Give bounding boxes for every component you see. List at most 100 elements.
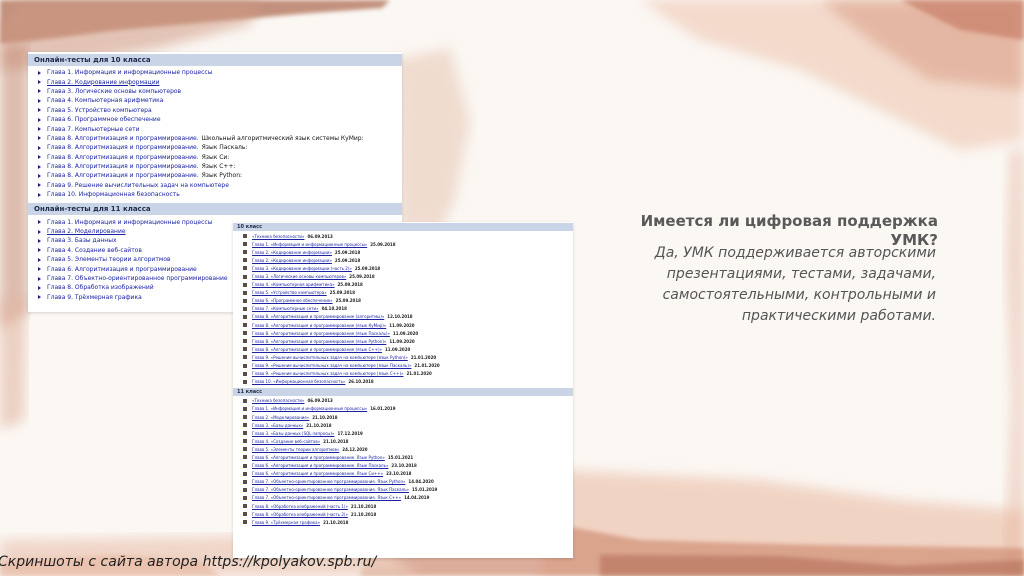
date-label: 21.10.2018 <box>350 503 377 509</box>
presentation-link[interactable]: Глава 9. «Решение вычислительных задач н… <box>252 363 411 368</box>
date-label: 25.09.2018 <box>335 298 361 304</box>
presentation-link[interactable]: Глава 8. «Алгоритмизация и программирова… <box>252 314 384 319</box>
document-icon <box>243 314 247 319</box>
list-item: Глава 4. «Компьютерная арифметика» 25.09.… <box>233 281 573 289</box>
presentation-link[interactable]: Глава 9. «Решение вычислительных задач н… <box>252 355 408 360</box>
presentation-link[interactable]: Глава 2. «Кодирование информации» <box>252 250 332 255</box>
presentation-link[interactable]: «Техника безопасности» <box>252 234 304 239</box>
list-item: Глава 7. Компьютерные сети <box>28 124 402 133</box>
date-label: 15.01.2021 <box>387 454 414 460</box>
date-label: 23.10.2018 <box>391 463 417 469</box>
chapter-link[interactable]: Глава 5. Элементы теории алгоритмов <box>47 256 171 263</box>
document-icon <box>243 363 247 368</box>
chapter-link[interactable]: Глава 1. Информация и информационные про… <box>47 219 212 226</box>
chapter-link[interactable]: Глава 3. Базы данных <box>47 237 117 244</box>
tests-list-10: Глава 1. Информация и информационные про… <box>28 68 402 199</box>
presentation-link[interactable]: Глава 4. «Компьютерная арифметика» <box>252 282 335 287</box>
presentation-link[interactable]: Глава 6. «Программное обеспечение» <box>252 298 333 303</box>
presentation-link[interactable]: Глава 3. «Кодирование информации (часть … <box>252 266 352 271</box>
presentation-link[interactable]: Глава 7. «Объектно-ориентированное прогр… <box>252 479 405 484</box>
presentation-link[interactable]: Глава 3. «Логические основы компьютеров» <box>252 274 346 279</box>
list-item: Глава 3. Логические основы компьютеров <box>28 87 402 96</box>
chapter-link[interactable]: Глава 1. Информация и информационные про… <box>47 69 212 76</box>
presentation-link[interactable]: Глава 10. «Информационная безопасность» <box>252 379 345 384</box>
presentation-link[interactable]: Глава 8. «Обработка изображений (часть 1… <box>252 504 348 509</box>
date-label: 24.12.2020 <box>342 446 368 452</box>
presentation-link[interactable]: Глава 2. «Кодирование информации» <box>252 258 332 263</box>
date-label: 25.09.2018 <box>370 241 396 247</box>
date-label: 11.09.2020 <box>389 322 415 328</box>
chapter-link[interactable]: Глава 2. Моделирование <box>47 228 126 235</box>
date-label: 21.01.2020 <box>410 354 437 360</box>
chapter-link[interactable]: Глава 8. Алгоритмизация и программирован… <box>47 154 199 161</box>
bullet-icon <box>38 229 41 234</box>
bullet-icon <box>38 257 41 262</box>
document-icon <box>243 415 247 420</box>
bullet-icon <box>38 89 41 94</box>
presentation-link[interactable]: Глава 5. «Устройство компьютера» <box>252 290 327 295</box>
presentation-link[interactable]: Глава 8. «Алгоритмизация и программирова… <box>252 347 382 352</box>
list-item: Глава 6. «Алгоритмизация и программирова… <box>233 462 573 470</box>
presentation-link[interactable]: Глава 2. «Моделирование» <box>252 415 309 420</box>
presentation-link[interactable]: Глава 9. «Трёхмерная графика» <box>252 520 320 525</box>
date-label: 21.10.2018 <box>323 438 349 444</box>
presentation-link[interactable]: Глава 8. «Обработка изображений (часть 2… <box>252 512 348 517</box>
chapter-link[interactable]: Глава 2. Кодирование информации <box>47 79 160 86</box>
list-item: Глава 4. «Создание веб-сайтов» 21.10.2018 <box>233 437 573 445</box>
presentation-link[interactable]: Глава 8. «Алгоритмизация и программирова… <box>252 331 390 336</box>
presentation-link[interactable]: Глава 1. «Информация и информационные пр… <box>252 406 367 411</box>
presentation-link[interactable]: Глава 6. «Алгоритмизация и программирова… <box>252 455 385 460</box>
presentation-link[interactable]: Глава 9. «Решение вычислительных задач н… <box>252 371 403 376</box>
chapter-link[interactable]: Глава 9. Решение вычислительных задач на… <box>47 182 229 189</box>
presentation-link[interactable]: Глава 7. «Объектно-ориентированное прогр… <box>252 487 409 492</box>
presentation-link[interactable]: Глава 7. «Компьютерные сети» <box>252 306 319 311</box>
presentation-link[interactable]: Глава 8. «Алгоритмизация и программирова… <box>252 323 386 328</box>
list-item: Глава 9. «Решение вычислительных задач н… <box>233 353 573 361</box>
bullet-icon <box>38 238 41 243</box>
date-label: 21.10.2018 <box>306 422 332 428</box>
chapter-link[interactable]: Глава 4. Создание веб-сайтов <box>47 247 142 254</box>
presentation-link[interactable]: Глава 3. «Базы данных (SQL-запросы)» <box>252 431 334 436</box>
document-icon <box>243 371 247 376</box>
date-label: 21.10.2018 <box>323 519 349 525</box>
chapter-link[interactable]: Глава 8. Алгоритмизация и программирован… <box>47 172 199 179</box>
document-icon <box>243 479 247 484</box>
chapter-link[interactable]: Глава 8. Обработка изображений <box>47 284 154 291</box>
chapter-link[interactable]: Глава 4. Компьютерная арифметика <box>47 97 163 104</box>
chapter-link[interactable]: Глава 7. Объектно-ориентированное програ… <box>47 275 228 282</box>
document-icon <box>243 250 247 255</box>
list-item: Глава 4. Компьютерная арифметика <box>28 96 402 105</box>
document-icon <box>243 290 247 295</box>
chapter-link[interactable]: Глава 6. Программное обеспечение <box>47 116 161 123</box>
list-item: Глава 10. «Информационная безопасность» 2… <box>233 378 573 386</box>
chapter-link[interactable]: Глава 9. Трёхмерная графика <box>47 294 142 301</box>
list-item: Глава 1. «Информация и информационные пр… <box>233 405 573 413</box>
chapter-link[interactable]: Глава 3. Логические основы компьютеров <box>47 88 181 95</box>
bullet-icon <box>38 117 41 122</box>
chapter-link[interactable]: Глава 10. Информационная безопасность <box>47 191 180 198</box>
presentation-link[interactable]: Глава 4. «Создание веб-сайтов» <box>252 439 320 444</box>
presentation-link[interactable]: «Техника безопасности» <box>252 398 304 403</box>
list-item: Глава 6. «Программное обеспечение» 25.09.… <box>233 297 573 305</box>
chapter-link[interactable]: Глава 5. Устройство компьютера <box>47 107 152 114</box>
chapter-link[interactable]: Глава 8. Алгоритмизация и программирован… <box>47 135 199 142</box>
presentation-link[interactable]: Глава 8. «Алгоритмизация и программирова… <box>252 339 386 344</box>
presentation-link[interactable]: Глава 3. «Базы данных» <box>252 423 303 428</box>
presentation-link[interactable]: Глава 6. «Алгоритмизация и программирова… <box>252 471 383 476</box>
document-icon <box>243 339 247 344</box>
chapter-link[interactable]: Глава 6. Алгоритмизация и программирован… <box>47 266 197 273</box>
chapter-link[interactable]: Глава 8. Алгоритмизация и программирован… <box>47 163 199 170</box>
bullet-icon <box>38 276 41 281</box>
list-item: Глава 8. «Алгоритмизация и программирова… <box>233 337 573 345</box>
presentation-link[interactable]: Глава 5. «Элементы теории алгоритмов» <box>252 447 339 452</box>
chapter-link[interactable]: Глава 7. Компьютерные сети <box>47 126 140 133</box>
document-icon <box>243 331 247 336</box>
bullet-icon <box>38 183 41 188</box>
document-icon <box>243 431 247 436</box>
chapter-link[interactable]: Глава 8. Алгоритмизация и программирован… <box>47 144 199 151</box>
presentation-link[interactable]: Глава 6. «Алгоритмизация и программирова… <box>252 463 388 468</box>
presentation-link[interactable]: Глава 7. «Объектно-ориентированное прогр… <box>252 495 401 500</box>
date-label: 21.01.2020 <box>406 371 432 377</box>
presentation-link[interactable]: Глава 1. «Информация и информационные пр… <box>252 242 367 247</box>
list-item: Глава 9. Решение вычислительных задач на… <box>28 181 402 190</box>
